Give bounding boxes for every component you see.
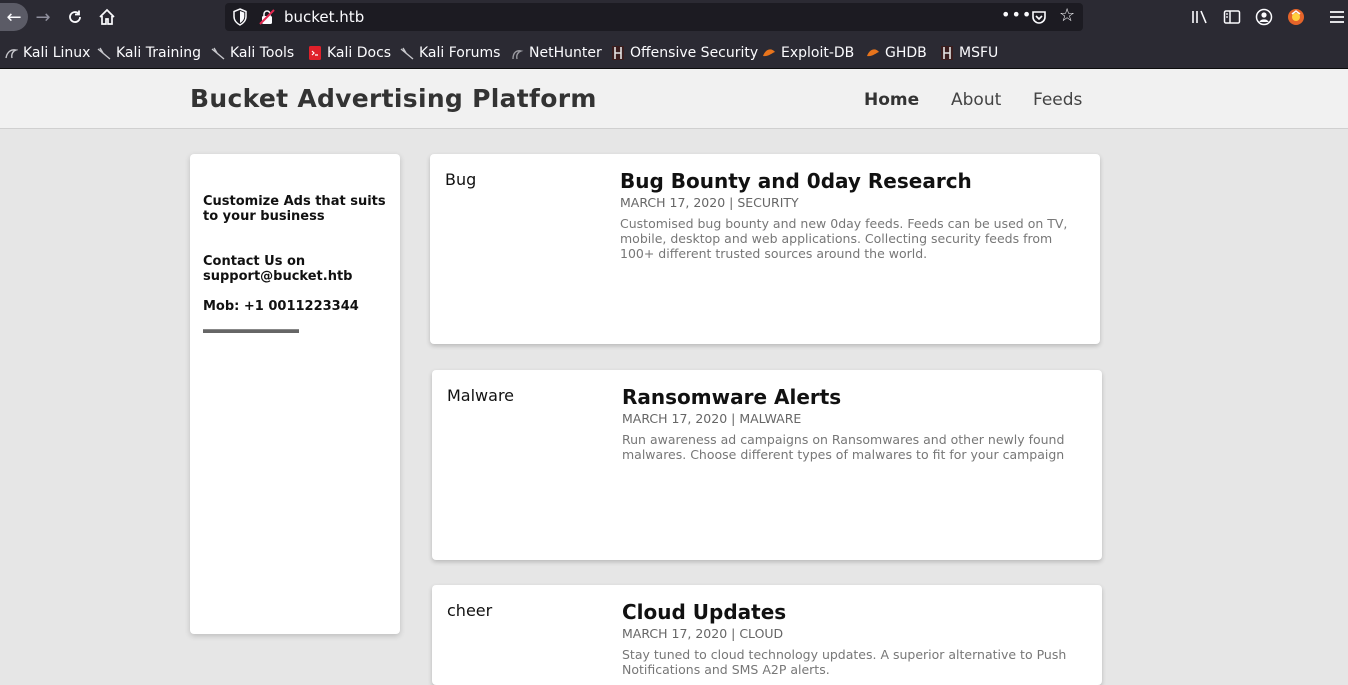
offsec-icon [941, 46, 953, 60]
bookmark-offensive-security[interactable]: Offensive Security [611, 43, 758, 63]
bookmark-kali-forums[interactable]: Kali Forums [400, 43, 500, 63]
bookmark-exploit-db[interactable]: Exploit-DB [762, 43, 854, 63]
shield-icon[interactable] [232, 8, 248, 26]
page-viewport: Bucket Advertising Platform Home About F… [0, 69, 1348, 685]
bookmark-label: NetHunter [529, 45, 602, 61]
card-title[interactable]: Ransomware Alerts [622, 385, 841, 409]
bookmark-label: Kali Training [116, 45, 201, 61]
bookmark-nethunter[interactable]: NetHunter [510, 43, 602, 63]
site-header: Bucket Advertising Platform Home About F… [0, 69, 1348, 129]
url-bar[interactable]: bucket.htb ••• ☆ [225, 3, 1083, 31]
kali-dragon-icon [97, 47, 111, 60]
kali-dragon-icon [5, 49, 18, 59]
bookmark-label: MSFU [959, 45, 999, 61]
card-meta: MARCH 17, 2020 | MALWARE [622, 411, 802, 426]
kali-dragon-icon [400, 47, 414, 60]
forward-button[interactable]: → [28, 3, 58, 31]
offsec-icon [612, 46, 624, 60]
card-title[interactable]: Bug Bounty and 0day Research [620, 169, 972, 193]
bookmark-ghdb[interactable]: GHDB [866, 43, 927, 63]
bookmark-kali-training[interactable]: Kali Training [97, 43, 201, 63]
bookmark-kali-docs[interactable]: Kali Docs [308, 43, 391, 63]
bookmark-kali-linux[interactable]: Kali Linux [4, 43, 90, 63]
account-icon[interactable] [1253, 6, 1275, 28]
url-text[interactable]: bucket.htb [284, 8, 364, 26]
feed-card: cheer Cloud Updates MARCH 17, 2020 | CLO… [432, 585, 1102, 685]
bookmark-kali-tools[interactable]: Kali Tools [211, 43, 294, 63]
reload-icon [69, 10, 81, 23]
exploitdb-icon [763, 49, 775, 57]
bookmark-label: Kali Linux [23, 45, 91, 61]
sidebar-tagline: Customize Ads that suits to your busines… [203, 194, 386, 224]
bookmark-label: Kali Forums [419, 45, 501, 61]
browser-toolbar: ← → bucket.htb ••• ☆ [0, 0, 1348, 35]
sidebar-mobile: Mob: +1 0011223344 [203, 299, 359, 314]
card-tag: cheer [447, 601, 493, 620]
page-actions-icon[interactable]: ••• [1001, 5, 1032, 24]
sidebar-panel: Customize Ads that suits to your busines… [190, 154, 400, 634]
kali-dragon-icon [211, 47, 225, 60]
nethunter-icon [512, 50, 524, 60]
card-tag: Bug [445, 170, 477, 189]
card-description: Run awareness ad campaigns on Ransomware… [622, 432, 1065, 462]
back-button[interactable]: ← [0, 3, 28, 31]
extension-icon[interactable] [1285, 6, 1307, 28]
home-icon [99, 8, 115, 25]
pocket-icon[interactable] [1031, 9, 1047, 25]
bookmark-label: GHDB [885, 45, 927, 61]
feed-card: Malware Ransomware Alerts MARCH 17, 2020… [432, 370, 1102, 560]
nav-home-link[interactable]: Home [864, 90, 919, 110]
arrow-left-icon: ← [6, 6, 22, 28]
sidebar-contact: Contact Us on support@bucket.htb [203, 254, 353, 284]
ghdb-icon [867, 49, 879, 57]
card-meta: MARCH 17, 2020 | SECURITY [620, 195, 799, 210]
library-icon[interactable] [1189, 6, 1211, 28]
feed-card: Bug Bug Bounty and 0day Research MARCH 1… [430, 154, 1100, 344]
bookmark-star-icon[interactable]: ☆ [1059, 5, 1075, 26]
bookmark-label: Exploit-DB [781, 45, 855, 61]
bookmark-label: Kali Tools [230, 45, 295, 61]
site-title[interactable]: Bucket Advertising Platform [190, 84, 597, 113]
arrow-right-icon: → [35, 6, 51, 28]
card-title[interactable]: Cloud Updates [622, 600, 786, 624]
reload-button[interactable] [60, 3, 90, 31]
menu-icon[interactable] [1326, 6, 1348, 28]
sidebar-toggle-icon[interactable] [1221, 6, 1243, 28]
bookmark-label: Offensive Security [630, 45, 759, 61]
nav-feeds-link[interactable]: Feeds [1033, 90, 1082, 110]
home-button[interactable] [92, 3, 122, 31]
kali-docs-icon [309, 46, 321, 60]
card-meta: MARCH 17, 2020 | CLOUD [622, 626, 784, 641]
nav-about-link[interactable]: About [951, 90, 1001, 110]
card-tag: Malware [447, 386, 515, 405]
bookmark-label: Kali Docs [327, 45, 392, 61]
bookmark-msfu[interactable]: MSFU [940, 43, 998, 63]
sidebar-divider [203, 329, 299, 333]
bookmarks-toolbar: Kali Linux Kali Training Kali Tools Kali… [0, 35, 1348, 69]
insecure-lock-icon[interactable] [259, 9, 275, 25]
card-description: Customised bug bounty and new 0day feeds… [620, 216, 1068, 261]
